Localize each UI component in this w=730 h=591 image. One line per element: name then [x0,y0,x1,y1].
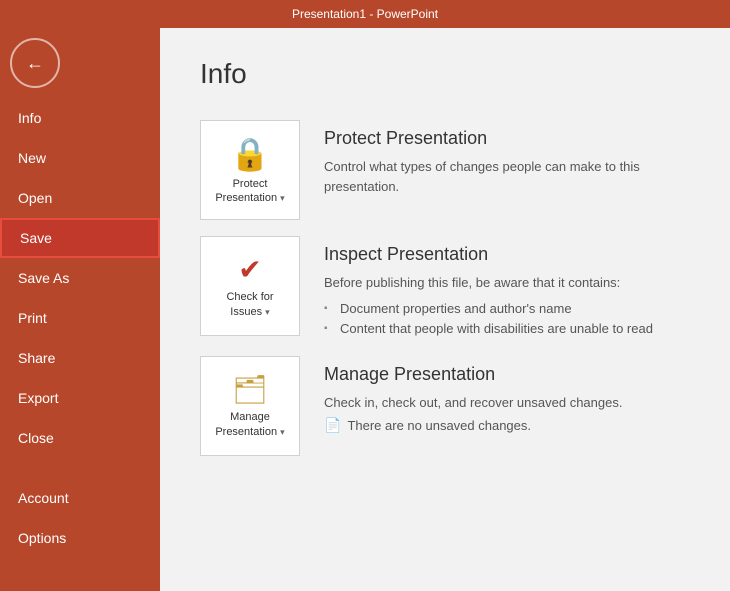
manage-icon: 🗂 [232,373,268,406]
sidebar-item-share[interactable]: Share [0,338,160,378]
title-bar: Presentation1 - PowerPoint [0,0,730,28]
sidebar-item-options[interactable]: Options [0,518,160,558]
inspect-icon: ✔ [238,253,261,286]
sidebar: ← Info New Open Save Save As Print Share… [0,28,160,591]
manage-desc: Check in, check out, and recover unsaved… [324,393,690,413]
page-title: Info [200,58,690,90]
nav-spacer [0,458,160,478]
inspect-list: Document properties and author's name Co… [324,299,690,341]
manage-sub-icon: 📄 [324,417,341,434]
protect-title: Protect Presentation [324,128,690,149]
inspect-list-item-2: Content that people with disabilities ar… [324,319,690,340]
inspect-content: Inspect Presentation Before publishing t… [324,236,690,340]
sidebar-item-print[interactable]: Print [0,298,160,338]
inspect-card: ✔ Check forIssues ▾ Inspect Presentation… [200,236,690,340]
protect-icon-box[interactable]: 🔒 ProtectPresentation ▾ [200,120,300,220]
sidebar-item-new[interactable]: New [0,138,160,178]
manage-icon-box[interactable]: 🗂 ManagePresentation ▾ [200,356,300,456]
manage-title: Manage Presentation [324,364,690,385]
sidebar-item-export[interactable]: Export [0,378,160,418]
sidebar-item-close[interactable]: Close [0,418,160,458]
protect-icon: 🔒 [230,135,270,173]
main-layout: ← Info New Open Save Save As Print Share… [0,28,730,591]
inspect-icon-box[interactable]: ✔ Check forIssues ▾ [200,236,300,336]
sidebar-item-info[interactable]: Info [0,98,160,138]
back-button[interactable]: ← [10,38,60,88]
inspect-icon-label: Check forIssues ▾ [226,290,273,319]
title-bar-text: Presentation1 - PowerPoint [292,7,438,21]
protect-card: 🔒 ProtectPresentation ▾ Protect Presenta… [200,120,690,220]
sidebar-item-save-as[interactable]: Save As [0,258,160,298]
inspect-list-item-1: Document properties and author's name [324,299,690,320]
protect-content: Protect Presentation Control what types … [324,120,690,196]
sidebar-item-open[interactable]: Open [0,178,160,218]
manage-icon-label: ManagePresentation ▾ [215,410,284,439]
inspect-desc: Before publishing this file, be aware th… [324,273,690,293]
manage-sub: 📄 There are no unsaved changes. [324,417,690,434]
manage-card: 🗂 ManagePresentation ▾ Manage Presentati… [200,356,690,456]
manage-content: Manage Presentation Check in, check out,… [324,356,690,434]
protect-icon-label: ProtectPresentation ▾ [215,177,284,206]
sidebar-nav: Info New Open Save Save As Print Share E… [0,98,160,591]
sidebar-item-save[interactable]: Save [0,218,160,258]
sidebar-item-account[interactable]: Account [0,478,160,518]
inspect-title: Inspect Presentation [324,244,690,265]
manage-sub-text: There are no unsaved changes. [347,418,531,433]
content-area: Info 🔒 ProtectPresentation ▾ Protect Pre… [160,28,730,591]
protect-desc: Control what types of changes people can… [324,157,690,196]
